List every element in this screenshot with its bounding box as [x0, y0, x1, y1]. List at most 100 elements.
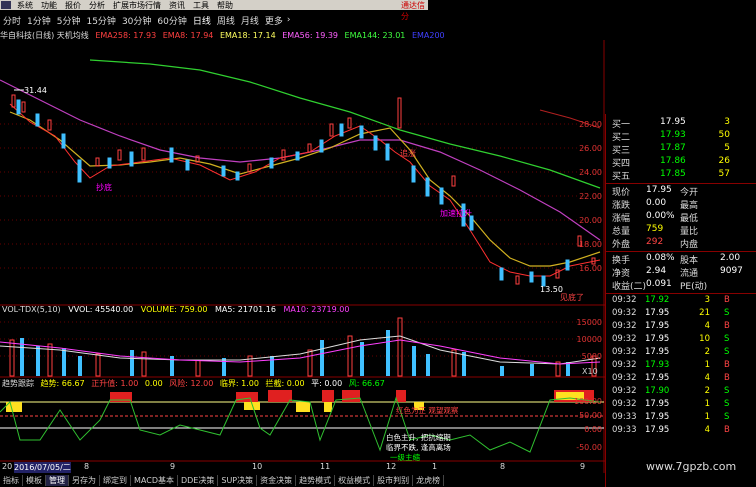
vol-legend-item: VVOL: 45540.00 [68, 305, 134, 314]
ind-legend-item: 趋势: 66.67 [40, 379, 85, 388]
tab-indicator[interactable]: 指标 [0, 474, 23, 486]
stat-value: 0.091 [646, 279, 672, 289]
buy-label: 抄底 [96, 182, 112, 192]
tab-dragon-tiger[interactable]: 龙虎榜 [413, 474, 445, 486]
stat-value: 292 [646, 237, 664, 247]
period-monthly[interactable]: 月线 [238, 14, 262, 27]
tab-dde[interactable]: DDE决策 [178, 474, 219, 486]
ind-legend-item: 拦截: 0.00 [265, 379, 305, 388]
stat-label: 量比 [680, 227, 699, 237]
tick-row: 09:33 17.95 1 S [612, 412, 756, 424]
tick-row: 09:32 17.93 1 B [612, 360, 756, 372]
tick-row: 09:32 17.95 21 S [612, 308, 756, 320]
volume-legend: VOL-TDX(5,10) VVOL: 45540.00 VOLUME: 759… [2, 305, 354, 314]
indicator-note: 临界不跌, 逢高离场 [386, 442, 451, 452]
period-30min[interactable]: 30分钟 [119, 14, 154, 27]
stat-label: 现价 [612, 188, 631, 198]
stat-row: 换手 0.08% 股本 2.00 [612, 253, 756, 266]
stat-label: 收益(二) [612, 282, 647, 292]
tick-dir: B [724, 321, 730, 331]
tick-time: 09:32 [612, 295, 637, 305]
stat-row: 涨幅 0.00% 最低 [612, 211, 756, 224]
tab-trend-mode[interactable]: 趋势模式 [296, 474, 336, 486]
indicator-tick: 50.00 [579, 411, 602, 420]
tab-save-as[interactable]: 另存为 [69, 474, 100, 486]
tick-qty: 10 [699, 334, 710, 344]
stat-label: 外盘 [612, 240, 631, 250]
date-cursor: 2016/07/05/二 [14, 462, 71, 473]
tick-dir: S [724, 347, 730, 357]
period-daily[interactable]: 日线 [190, 14, 214, 27]
tab-bind[interactable]: 绑定到 [100, 474, 131, 486]
tab-template[interactable]: 模板 [23, 474, 46, 486]
stat-row: 外盘 292 内盘 [612, 237, 756, 250]
period-15min[interactable]: 15分钟 [83, 14, 118, 27]
ind-legend-item: 风: 66.67 [348, 379, 385, 388]
ind-legend-item: 临界: 1.00 [219, 379, 259, 388]
price-tick: 26.00 [579, 144, 602, 153]
tick-qty: 4 [704, 425, 710, 435]
tab-sup[interactable]: SUP决策 [218, 474, 258, 486]
period-1min[interactable]: 1分钟 [24, 14, 54, 27]
ma-legend-ema200: EMA200 [411, 31, 445, 40]
menu-item-news[interactable]: 资讯 [165, 0, 189, 11]
tab-equity-mode[interactable]: 权益模式 [335, 474, 375, 486]
period-60min[interactable]: 60分钟 [154, 14, 189, 27]
chevron-right-icon[interactable]: › [286, 15, 292, 25]
tick-qty: 1 [704, 399, 710, 409]
menu-item-analysis[interactable]: 分析 [85, 0, 109, 11]
watermark-text: www.7gpzb.com [646, 460, 737, 473]
menu-item-system[interactable]: 系统 [13, 0, 37, 11]
tick-row: 09:32 17.95 4 B [612, 373, 756, 385]
date-label: 12 [386, 462, 397, 471]
chase-label: 追涨 [400, 148, 416, 158]
price-tick: 28.00 [579, 120, 602, 129]
bid-row: 买二 17.93 50 [612, 130, 756, 143]
tick-time: 09:32 [612, 347, 637, 357]
period-bar: 分时 1分钟 5分钟 15分钟 30分钟 60分钟 日线 周线 月线 更多 › [0, 13, 292, 27]
menu-item-ext-market[interactable]: 扩展市场行情 [109, 0, 165, 11]
tab-macd[interactable]: MACD基本 [131, 474, 178, 486]
ma-legend-ema56: EMA56: 19.39 [282, 31, 338, 40]
quote-panel: 买一 17.95 3 买二 17.93 50 买三 17.87 5 买四 17.… [605, 114, 756, 487]
stat-row: 净资 2.94 流通 9097 [612, 266, 756, 279]
indicator-tick: 100.00 [574, 397, 602, 406]
indicator-note: 红色为正 观望观察 [396, 405, 459, 415]
menu-item-function[interactable]: 功能 [37, 0, 61, 11]
ma-legend-ema258: EMA258: 17.93 [95, 31, 157, 40]
tick-dir: B [724, 295, 730, 305]
high-price-label: 31.44 [24, 86, 47, 95]
stat-label: 总量 [612, 227, 631, 237]
period-more[interactable]: 更多 [262, 14, 286, 27]
bid-label: 买二 [612, 133, 631, 143]
tick-time: 09:32 [612, 321, 637, 331]
menu-item-tools[interactable]: 工具 [189, 0, 213, 11]
stat-label: 最低 [680, 214, 699, 224]
tab-manage[interactable]: 管理 [46, 474, 69, 486]
bid-label: 买三 [612, 146, 631, 156]
tick-qty: 1 [704, 412, 710, 422]
tick-price: 17.95 [645, 334, 670, 344]
indicator-note: 一级主缩 [390, 452, 420, 462]
bid-row: 买一 17.95 3 [612, 117, 756, 130]
date-label: 11 [320, 462, 331, 471]
indicator-note: 白色主升, 把抗缩期 [386, 432, 451, 442]
period-intraday[interactable]: 分时 [0, 14, 24, 27]
price-tick: 22.00 [579, 192, 602, 201]
stat-label: 涨幅 [612, 214, 631, 224]
volume-tick: 15000 [577, 318, 602, 327]
tick-price: 17.90 [645, 386, 670, 396]
tab-fund[interactable]: 资金决策 [257, 474, 297, 486]
ma-legend-ema144: EMA144: 23.01 [344, 31, 406, 40]
tick-price: 17.95 [645, 412, 670, 422]
ind-legend-item: 0.00 [144, 379, 163, 388]
tick-qty: 2 [704, 386, 710, 396]
period-weekly[interactable]: 周线 [214, 14, 238, 27]
kline-chart[interactable]: 28.00 26.00 24.00 22.00 20.00 18.00 16.0… [0, 40, 605, 473]
period-5min[interactable]: 5分钟 [54, 14, 84, 27]
vol-legend-item: VOL-TDX(5,10) [2, 305, 61, 314]
menu-item-quote[interactable]: 报价 [61, 0, 85, 11]
menu-item-help[interactable]: 帮助 [213, 0, 237, 11]
tab-stock-judge[interactable]: 股市判别 [374, 474, 414, 486]
stat-value: 759 [646, 224, 664, 234]
